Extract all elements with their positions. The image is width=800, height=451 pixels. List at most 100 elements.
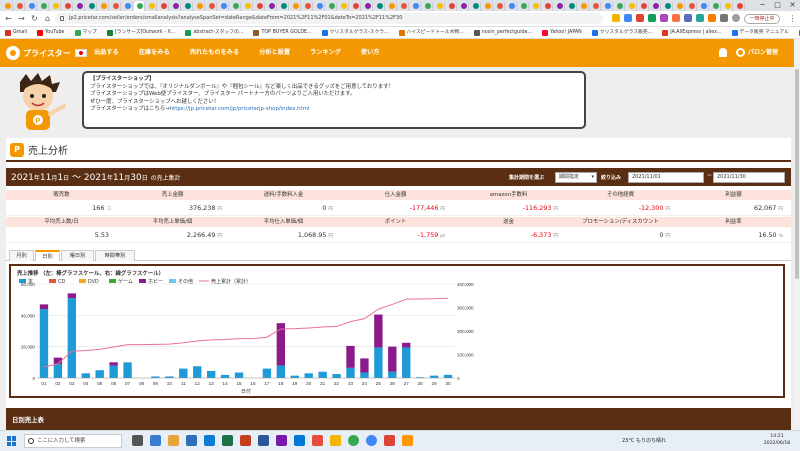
home-icon[interactable]: ⌂ [42,13,53,24]
browser-tab[interactable] [662,1,673,11]
extension-icon[interactable] [648,14,656,22]
extension-icon[interactable] [612,14,620,22]
bookmark-item[interactable]: TOP BUYER GOLDE... [253,27,312,38]
browser-tab[interactable] [266,1,277,11]
browser-tab[interactable] [38,1,49,11]
password-link[interactable]: パロン管理 [748,39,778,67]
extension-icon[interactable] [672,14,680,22]
browser-tab[interactable] [686,1,697,11]
tab-0[interactable]: 月別 [9,250,34,261]
browser-tab[interactable] [566,1,577,11]
tab-1[interactable]: 日別 [35,250,60,261]
browser-tab[interactable] [26,1,37,11]
url-input[interactable]: jp2.pricetar.com/seller/orders/smallanal… [55,13,603,24]
browser-tab[interactable] [314,1,325,11]
browser-tab[interactable] [674,1,685,11]
bookmark-item[interactable]: Yahoo! JAPAN [542,27,582,38]
bookmark-item[interactable]: クリスタルグラス-スクラ... [321,27,389,38]
browser-tab[interactable] [194,1,205,11]
close-icon[interactable]: ✕ [785,0,800,11]
browser-tab[interactable] [650,1,661,11]
puzzle-icon[interactable] [720,14,728,22]
extension-icon[interactable] [636,14,644,22]
browser-tab[interactable] [542,1,553,11]
date-from-input[interactable]: 2021/11/01 [628,172,704,183]
browser-tab[interactable] [506,1,517,11]
extension-icon[interactable] [684,14,692,22]
mail-icon[interactable] [186,435,197,446]
app-icon[interactable] [150,435,161,446]
browser-tab[interactable] [278,1,289,11]
browser-tab[interactable] [458,1,469,11]
browser-tab[interactable] [530,1,541,11]
app-icon[interactable] [330,435,341,446]
extension-icon[interactable] [624,14,632,22]
bookmark-item[interactable]: [ランサーズ]Outwork - X... [106,27,175,38]
scroll-thumb[interactable] [795,69,799,279]
browser-tab[interactable] [134,1,145,11]
browser-tab[interactable] [470,1,481,11]
bookmark-item[interactable]: マップ [74,27,97,38]
site-logo[interactable]: プライスター [6,45,87,61]
back-icon[interactable]: ← [3,13,14,24]
nav-item-analysis[interactable]: 分析と設置 [249,39,300,67]
app-icon[interactable] [402,435,413,446]
bookmark-item[interactable]: ハイスピードトール水物... [398,27,464,38]
browser-tab[interactable] [338,1,349,11]
extension-icon[interactable] [708,14,716,22]
date-to-input[interactable]: 2021/11/30 [713,172,785,183]
browser-tab[interactable] [230,1,241,11]
profile-pause-button[interactable]: 一時停止中 [744,14,780,24]
browser-tab[interactable] [698,1,709,11]
browser-tab[interactable] [170,1,181,11]
profile-avatar[interactable] [732,14,740,22]
browser-tab[interactable] [578,1,589,11]
browser-tab[interactable] [206,1,217,11]
bookmark-item[interactable]: データ販売 マニュアル [731,27,789,38]
browser-tab[interactable] [350,1,361,11]
nav-item-list[interactable]: 出品する [84,39,129,67]
tab-3[interactable]: 時間帯別 [95,250,135,261]
browser-tab[interactable] [626,1,637,11]
app-icon[interactable] [276,435,287,446]
chrome-icon[interactable] [366,435,377,446]
nav-item-help[interactable]: 使い方 [351,39,390,67]
browser-tab[interactable] [398,1,409,11]
period-select[interactable]: 期間指定 [555,172,597,183]
app-icon[interactable] [384,435,395,446]
browser-tab[interactable] [14,1,25,11]
app-icon[interactable] [294,435,305,446]
browser-tab[interactable] [446,1,457,11]
weather-text[interactable]: 23°C もりのち晴れ [622,438,666,444]
browser-tab[interactable] [710,1,721,11]
browser-tab[interactable] [374,1,385,11]
browser-tab[interactable] [602,1,613,11]
tab-2[interactable]: 曜日別 [61,250,94,261]
chrome-icon[interactable] [348,435,359,446]
browser-tab[interactable] [590,1,601,11]
browser-tab[interactable] [734,1,745,11]
shop-link[interactable]: https://jp.pricetar.com/jp/pricetarjp-sh… [170,106,310,112]
extension-icon[interactable] [696,14,704,22]
browser-tab[interactable] [722,1,733,11]
bookmark-item[interactable]: Gmail [5,27,27,38]
page-scrollbar[interactable] [794,39,800,430]
browser-tab[interactable] [50,1,61,11]
browser-tab[interactable] [242,1,253,11]
browser-tab[interactable] [218,1,229,11]
browser-tab[interactable] [614,1,625,11]
browser-tab[interactable] [554,1,565,11]
browser-tab[interactable] [326,1,337,11]
excel-icon[interactable] [222,435,233,446]
bookmark-item[interactable]: YouTube [37,27,65,38]
nav-item-inventory[interactable]: 在庫をみる [129,39,180,67]
powerpoint-icon[interactable] [240,435,251,446]
browser-tab[interactable] [122,1,133,11]
word-icon[interactable] [258,435,269,446]
app-icon[interactable] [312,435,323,446]
forward-icon[interactable]: → [16,13,27,24]
browser-tab[interactable] [290,1,301,11]
bookmark-item[interactable]: クリスタルグラス販売... [591,27,652,38]
bookmark-item[interactable]: nosin_perfectguide... [473,27,532,38]
browser-tab[interactable] [110,1,121,11]
